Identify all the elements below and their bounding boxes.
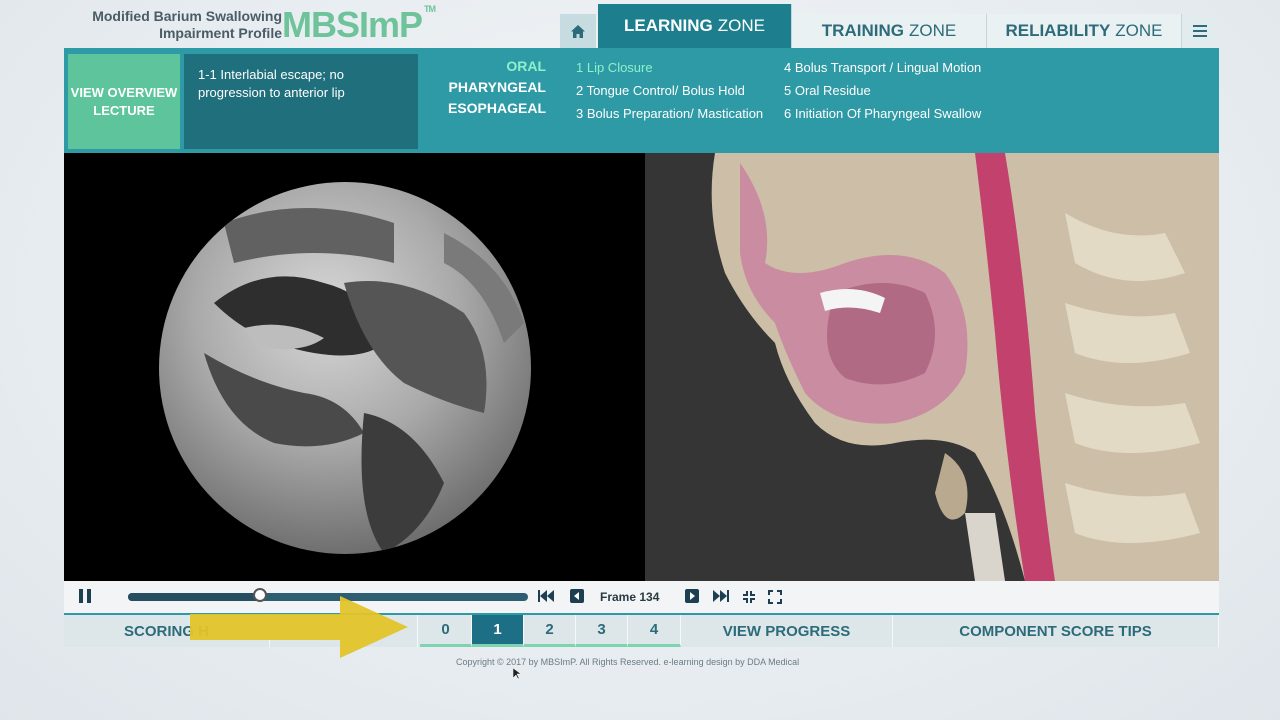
view-overview-lecture-button[interactable]: VIEW OVERVIEW LECTURE xyxy=(68,54,180,149)
score-description: 1-1 Interlabial escape; no progression t… xyxy=(184,54,418,149)
brand-logo-area: Modified Barium Swallowing Impairment Pr… xyxy=(70,4,450,48)
xray-fluoroscopy-video xyxy=(64,153,645,581)
component-lip-closure[interactable]: 1 Lip Closure xyxy=(576,56,763,79)
brand-subtitle: Modified Barium Swallowing Impairment Pr… xyxy=(92,8,282,42)
brand-logo-text: MBSImP xyxy=(282,4,423,45)
tab-learning-zone[interactable]: LEARNING ZONE xyxy=(598,4,792,48)
fullscreen-button[interactable] xyxy=(767,589,783,605)
tab-learning-label: LEARNING xyxy=(623,16,713,35)
anatomy-animation xyxy=(645,153,1219,581)
skip-to-end-button[interactable] xyxy=(713,589,729,603)
frame-counter: Frame 134 xyxy=(600,590,660,604)
collapse-icon xyxy=(743,591,755,603)
brand-subtitle-line1: Modified Barium Swallowing xyxy=(92,8,282,24)
pause-icon xyxy=(79,589,91,603)
brand-logo: MBSImP TM xyxy=(282,4,436,46)
category-pharyngeal[interactable]: PHARYNGEAL xyxy=(424,77,547,98)
tab-training-zone[interactable]: TRAINING ZONE xyxy=(792,14,987,48)
category-esophageal[interactable]: ESOPHAGEAL xyxy=(424,98,546,119)
category-list: ORAL PHARYNGEAL ESOPHAGEAL xyxy=(424,56,546,119)
score-option-2[interactable]: 2 xyxy=(524,615,576,647)
exit-fullscreen-button[interactable] xyxy=(741,589,757,605)
score-option-1[interactable]: 1 xyxy=(472,615,524,647)
tab-training-label: TRAINING xyxy=(821,21,904,40)
step-forward-icon xyxy=(685,589,699,603)
component-bolus-preparation[interactable]: 3 Bolus Preparation/ Mastication xyxy=(576,102,763,125)
brand-subtitle-line2: Impairment Profile xyxy=(159,25,282,41)
home-button[interactable] xyxy=(560,14,596,48)
category-oral[interactable]: ORAL xyxy=(424,56,546,77)
skip-back-icon xyxy=(538,590,554,602)
fullscreen-icon xyxy=(768,590,782,604)
component-info-bar: VIEW OVERVIEW LECTURE 1-1 Interlabial es… xyxy=(64,48,1219,153)
hamburger-menu-icon xyxy=(1193,25,1207,37)
home-icon xyxy=(571,24,585,38)
video-player[interactable] xyxy=(64,153,1219,581)
next-frame-button[interactable] xyxy=(685,589,699,603)
tab-reliability-suffix: ZONE xyxy=(1115,21,1163,40)
step-back-icon xyxy=(570,589,584,603)
component-score-tips-button[interactable]: COMPONENT SCORE TIPS xyxy=(893,615,1219,647)
skip-forward-icon xyxy=(713,590,729,602)
component-tongue-control[interactable]: 2 Tongue Control/ Bolus Hold xyxy=(576,79,763,102)
score-option-0[interactable]: 0 xyxy=(420,615,472,647)
view-progress-button[interactable]: VIEW PROGRESS xyxy=(681,615,893,647)
score-option-3[interactable]: 3 xyxy=(576,615,628,647)
component-bolus-transport[interactable]: 4 Bolus Transport / Lingual Motion xyxy=(784,56,981,79)
copyright-text: Copyright © 2017 by MBSImP. All Rights R… xyxy=(456,657,800,667)
tab-reliability-zone[interactable]: RELIABILITY ZONE xyxy=(987,14,1182,48)
previous-frame-button[interactable] xyxy=(570,589,584,603)
component-initiation-pharyngeal-swallow[interactable]: 6 Initiation Of Pharyngeal Swallow xyxy=(784,102,981,125)
mouse-cursor-icon xyxy=(513,668,521,680)
tab-learning-suffix: ZONE xyxy=(717,16,765,35)
tab-reliability-label: RELIABILITY xyxy=(1005,21,1111,40)
component-list-left: 1 Lip Closure 2 Tongue Control/ Bolus Ho… xyxy=(576,56,763,125)
tab-training-suffix: ZONE xyxy=(908,21,957,40)
score-option-4[interactable]: 4 xyxy=(628,615,681,647)
pause-button[interactable] xyxy=(78,589,92,603)
component-list-right: 4 Bolus Transport / Lingual Motion 5 Ora… xyxy=(784,56,981,125)
component-oral-residue[interactable]: 5 Oral Residue xyxy=(784,79,981,102)
trademark-mark: TM xyxy=(424,4,436,14)
skip-to-start-button[interactable] xyxy=(538,589,554,603)
menu-button[interactable] xyxy=(1182,14,1218,48)
annotation-arrow-icon xyxy=(190,596,408,658)
